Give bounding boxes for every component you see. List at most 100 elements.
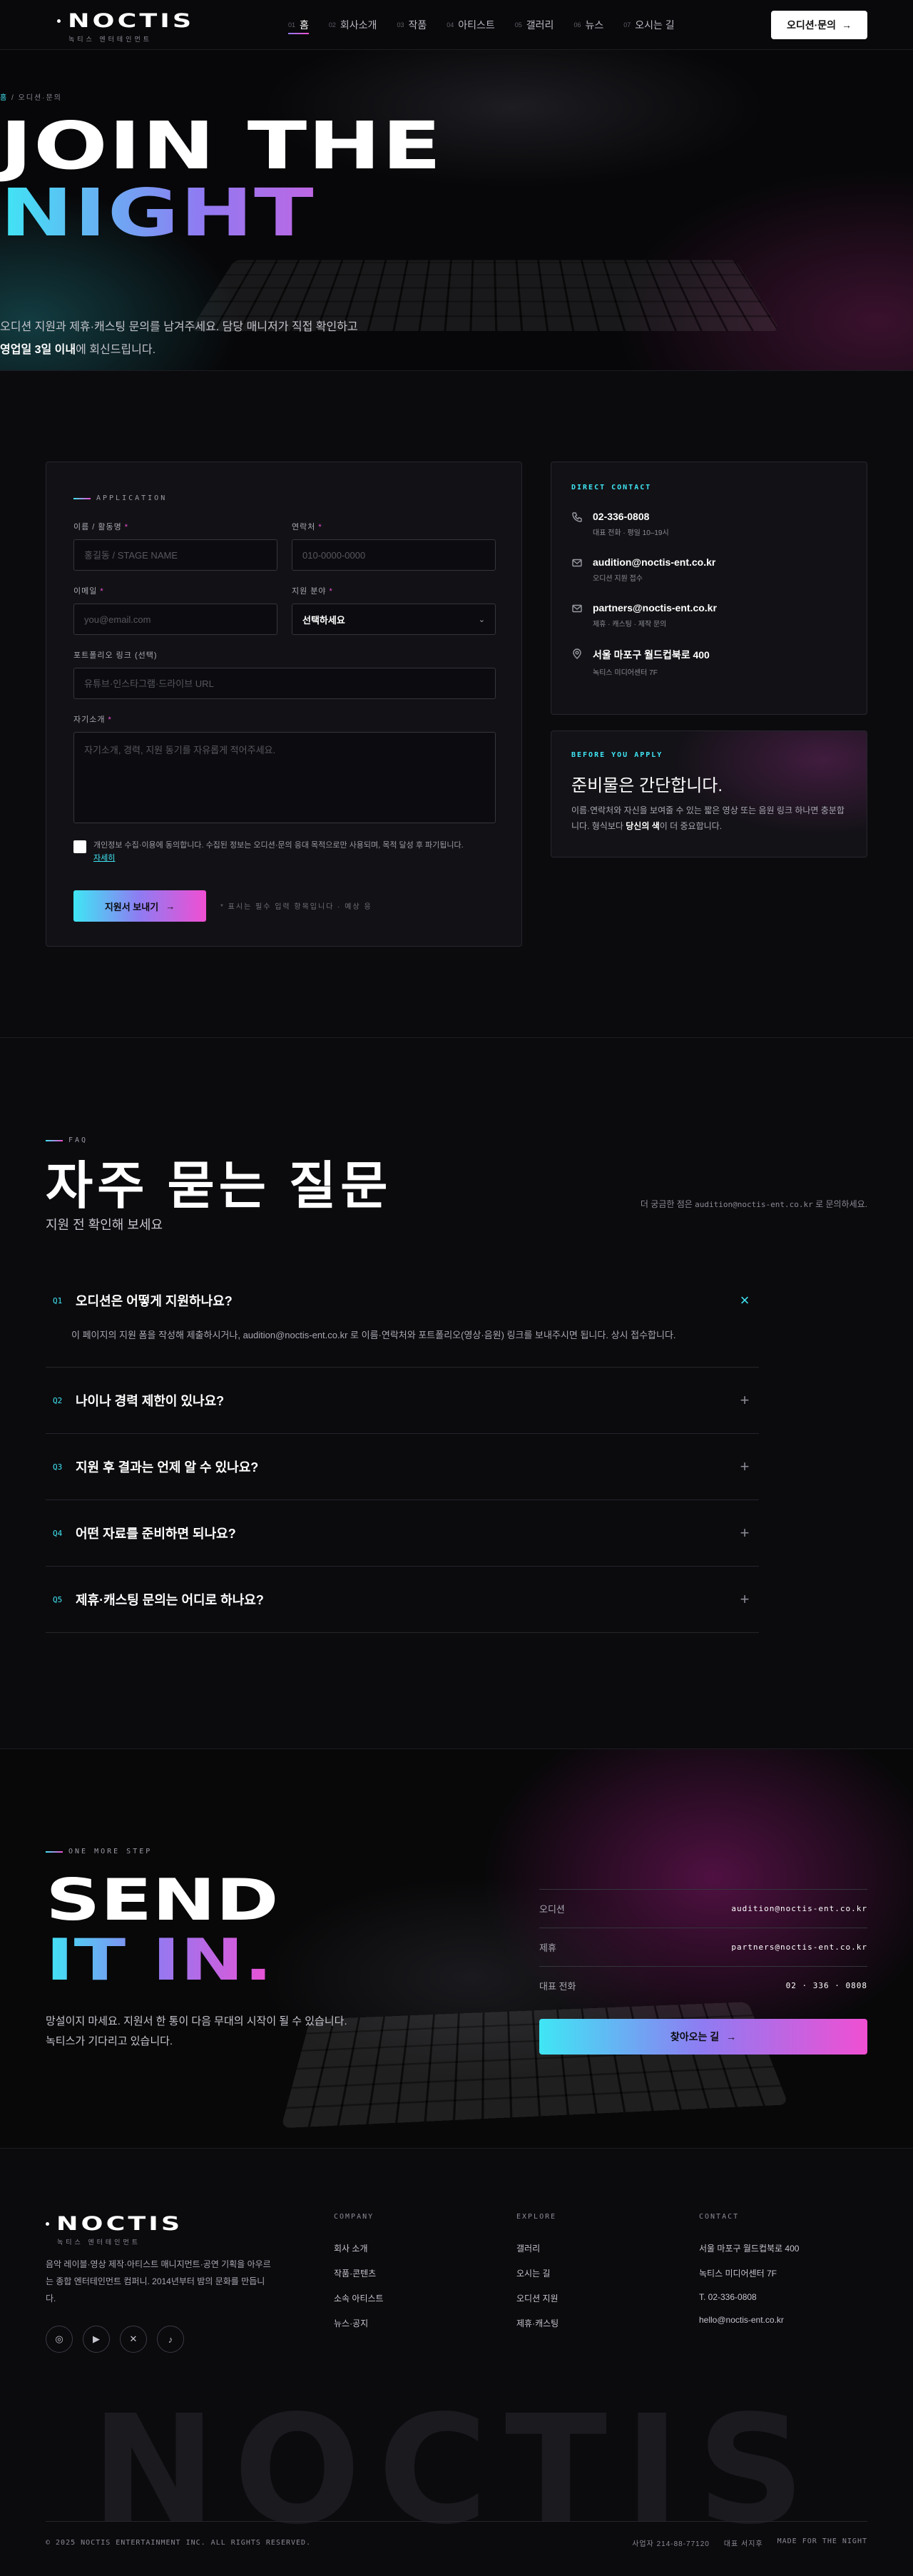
breadcrumb-sep: / [11, 94, 15, 102]
cta-row-value: audition@noctis-ent.co.kr [731, 1904, 867, 1913]
brand-logo[interactable]: NOCTIS 녹티스 엔터테인먼트 [57, 10, 191, 44]
footer-link[interactable]: 제휴·캐스팅 [516, 2317, 558, 2329]
plus-icon[interactable]: + [738, 1524, 752, 1542]
cta-contact-rows: 오디션 audition@noctis-ent.co.kr 제휴 partners@… [539, 1889, 867, 2005]
footer-description: 음악 레이블·영상 제작·아티스트 매니지먼트·공연 기획을 아우르는 종합 엔… [46, 2259, 271, 2303]
faq-question-2[interactable]: Q2 나이나 경력 제한이 있나요? + [46, 1368, 759, 1433]
faq-question-text: 오디션은 어떻게 지원하나요? [76, 1294, 233, 1308]
hero-title-line1: JOIN THE [0, 108, 443, 184]
faq-question-text: 지원 후 결과는 언제 알 수 있나요? [76, 1460, 259, 1475]
footer-link[interactable]: 오디션 지원 [516, 2292, 558, 2304]
footer-contact-line: T. 02-336-0808 [699, 2292, 757, 2302]
cta-eyebrow-text: ONE MORE STEP [68, 1848, 153, 1855]
youtube-icon[interactable]: ▶ [83, 2326, 110, 2353]
intro-label: 자기소개 * [73, 713, 112, 725]
footer-bottom-bar: © 2025 NOCTIS ENTERTAINMENT INC. ALL RIG… [46, 2521, 867, 2564]
faq-question-5[interactable]: Q5 제휴·캐스팅 문의는 어디로 하나요? + [46, 1567, 759, 1632]
faq-question-1[interactable]: Q1 오디션은 어떻게 지원하나요? × [46, 1270, 759, 1331]
faq-question-text: 나이나 경력 제한이 있나요? [76, 1394, 225, 1408]
faq-aside-email[interactable]: audition@noctis-ent.co.kr [695, 1200, 813, 1209]
prep-desc: 이름·연락처와 자신을 보여줄 수 있는 짧은 영상 또는 음원 링크 하나면 … [571, 803, 850, 834]
cta-title-line2: IT IN. [46, 1930, 279, 1990]
hero-desc-line1: 오디션 지원과 제휴·캐스팅 문의를 남겨주세요. 담당 매니저가 직접 확인하… [0, 321, 358, 333]
menu-num: 01 [288, 21, 296, 29]
menu-item-home[interactable]: 01 홈 [278, 0, 319, 50]
footer-link[interactable]: 소속 아티스트 [334, 2292, 384, 2304]
instagram-icon[interactable]: ◎ [46, 2326, 73, 2353]
menu-item-location[interactable]: 07 오시는 길 [613, 0, 684, 50]
faq-number: Q1 [53, 1295, 63, 1305]
plus-icon[interactable]: + [738, 1590, 752, 1609]
direct-contact-card: DIRECT CONTACT 02-336-0808 대표 전화 · 평일 10–… [551, 462, 867, 715]
plus-icon[interactable]: + [738, 1391, 752, 1410]
audition-inquiry-button[interactable]: 오디션·문의 → [770, 11, 867, 39]
name-input[interactable] [73, 539, 277, 571]
name-label-text: 이름 / 활동명 [73, 523, 122, 531]
footer-tagline: MADE FOR THE NIGHT [777, 2537, 867, 2545]
field-select[interactable]: 선택하세요 ⌄ [292, 604, 496, 635]
faq-number: Q4 [53, 1528, 63, 1538]
footer-link[interactable]: 뉴스·공지 [334, 2317, 384, 2329]
contact-audition-email[interactable]: audition@noctis-ent.co.kr 오디션 지원 접수 [571, 556, 715, 583]
footer-logo[interactable]: NOCTIS 녹티스 엔터테인먼트 [46, 2213, 180, 2246]
prep-desc-bold: 당신의 색 [626, 821, 660, 831]
menu-item-works[interactable]: 03 작품 [387, 0, 437, 50]
cta-desc-line2: 녹티스가 기다리고 있습니다. [46, 2035, 173, 2047]
footer-contact-line: 녹티스 미디어센터 7F [699, 2269, 777, 2279]
breadcrumb-home[interactable]: 홈 [0, 94, 8, 102]
accent-bar [46, 1850, 63, 1853]
x-icon[interactable]: ✕ [120, 2326, 147, 2353]
cta-section: ONE MORE STEP SEND IT IN. 망설이지 마세요. 지원서 … [0, 1749, 913, 2149]
footer-brand-subtitle: 녹티스 엔터테인먼트 [57, 2239, 141, 2246]
cta-eyebrow: ONE MORE STEP [46, 1848, 152, 1855]
menu-item-about[interactable]: 02 회사소개 [319, 0, 387, 50]
business-number: 사업자 214-88-77120 [632, 2540, 710, 2548]
nav-cta-label: 오디션·문의 [786, 19, 836, 31]
cta-row-key: 제휴 [539, 1943, 556, 1953]
top-nav: NOCTIS 녹티스 엔터테인먼트 01 홈 02 회사소개 03 작품 04 아티스트… [0, 0, 913, 50]
phone-input[interactable] [292, 539, 496, 571]
social-links: ◎ ▶ ✕ ♪ [46, 2326, 184, 2353]
menu-num: 06 [573, 21, 581, 29]
footer-col-explore: EXPLORE 갤러리 오시는 길 오디션 지원 제휴·캐스팅 [516, 2213, 558, 2342]
faq-question-3[interactable]: Q3 지원 후 결과는 언제 알 수 있나요? + [46, 1434, 759, 1500]
faq-item: Q5 제휴·캐스팅 문의는 어디로 하나요? + [46, 1567, 759, 1633]
faq-aside: 더 궁금한 점은 audition@noctis-ent.co.kr 로 문의하… [639, 1196, 867, 1213]
cta-row-audition[interactable]: 오디션 audition@noctis-ent.co.kr [539, 1889, 867, 1928]
cta-row-phone[interactable]: 대표 전화 02 · 336 · 0808 [539, 1966, 867, 2005]
close-icon[interactable]: × [738, 1291, 752, 1310]
plus-icon[interactable]: + [738, 1457, 752, 1476]
contact-partners-email[interactable]: partners@noctis-ent.co.kr 제휴 · 캐스팅 · 제작 문… [571, 602, 717, 628]
cta-title-line1: SEND [46, 1867, 279, 1933]
portfolio-input[interactable] [73, 668, 496, 699]
menu-item-news[interactable]: 06 뉴스 [563, 0, 613, 50]
contact-address[interactable]: 서울 마포구 월드컵북로 400 녹티스 미디어센터 7F [571, 648, 710, 677]
faq-question-4[interactable]: Q4 어떤 자료를 준비하면 되나요? + [46, 1500, 759, 1566]
footer-link[interactable]: 작품·콘텐츠 [334, 2267, 384, 2279]
consent-checkbox[interactable] [73, 840, 86, 853]
faq-number: Q5 [53, 1594, 63, 1604]
consent-more-link[interactable]: 자세히 [93, 852, 464, 865]
footer-link[interactable]: 오시는 길 [516, 2267, 558, 2279]
footer-col-contact: CONTACT 서울 마포구 월드컵북로 400 녹티스 미디어센터 7F T.… [699, 2213, 799, 2338]
tiktok-icon[interactable]: ♪ [157, 2326, 184, 2353]
field-label-text: 지원 분야 [292, 587, 327, 596]
email-input[interactable] [73, 604, 277, 635]
submit-button[interactable]: 지원서 보내기 → [73, 890, 206, 922]
form-label-text: APPLICATION [96, 494, 168, 502]
footer-link[interactable]: 갤러리 [516, 2242, 558, 2254]
faq-item: Q1 오디션은 어떻게 지원하나요? × 이 페이지의 지원 폼을 작성해 제출하시… [46, 1270, 759, 1368]
required-mark: * [329, 587, 333, 596]
contact-phone[interactable]: 02-336-0808 대표 전화 · 평일 10–19시 [571, 511, 669, 537]
directions-button[interactable]: 찾아오는 길 → [539, 2019, 867, 2055]
menu-item-artists[interactable]: 04 아티스트 [437, 0, 505, 50]
menu-item-gallery[interactable]: 05 갤러리 [505, 0, 564, 50]
intro-textarea[interactable] [73, 732, 496, 823]
footer-link[interactable]: 회사 소개 [334, 2242, 384, 2254]
portfolio-label-text: 포트폴리오 링크 (선택) [73, 651, 158, 660]
arrow-right-icon: → [165, 900, 175, 912]
required-mark: * [100, 587, 104, 596]
faq-item: Q3 지원 후 결과는 언제 알 수 있나요? + [46, 1434, 759, 1500]
cta-row-partners[interactable]: 제휴 partners@noctis-ent.co.kr [539, 1928, 867, 1966]
arrow-right-icon: → [726, 2031, 737, 2042]
